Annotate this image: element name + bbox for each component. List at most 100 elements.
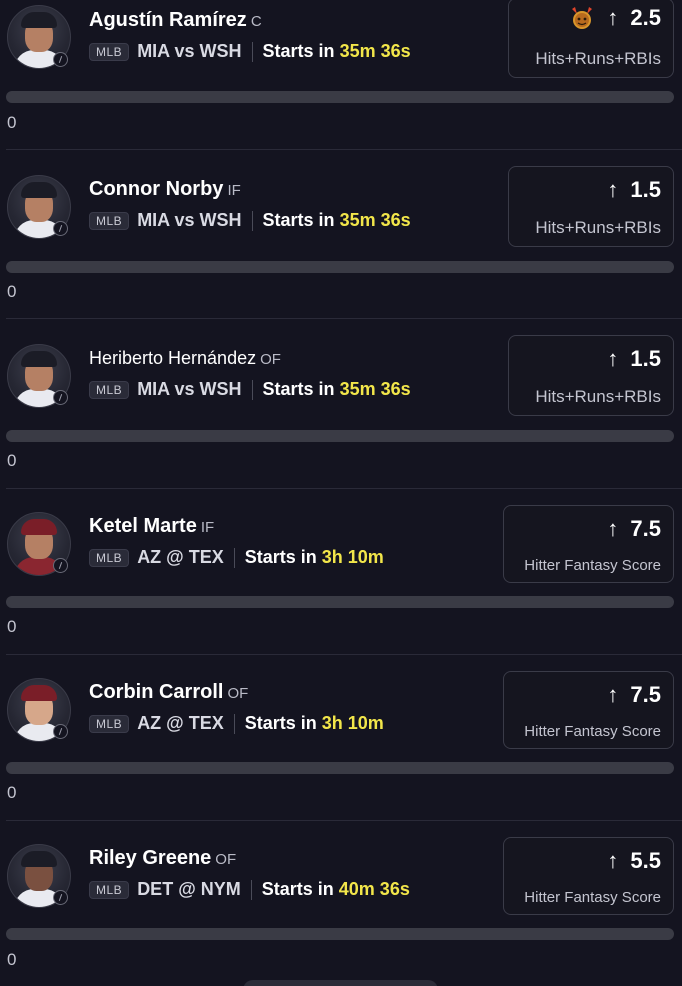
player-name-text: Ketel Marte — [89, 515, 197, 537]
matchup: MIA vs WSH — [137, 379, 242, 399]
team-badge-icon — [53, 221, 68, 236]
line-value: 2.5 — [630, 5, 661, 30]
stat-type: Hitter Fantasy Score — [524, 557, 661, 574]
progress-bar — [6, 261, 674, 273]
line-value-row: ↑ 5.5 — [607, 848, 661, 874]
matchup: DET @ NYM — [137, 879, 241, 899]
projection-button[interactable]: ↑ 1.5 Hits+Runs+RBIs — [508, 166, 674, 247]
starts-label: Starts in — [261, 879, 334, 899]
player-name[interactable]: Riley Greene OF — [89, 847, 236, 870]
starts-countdown: 3h 10m — [321, 547, 384, 567]
starts-countdown: 40m 36s — [338, 879, 410, 899]
game-info: MLB AZ @ TEX Starts in 3h 10m — [89, 547, 384, 568]
line-value: 5.5 — [630, 848, 661, 873]
list-item[interactable]: Riley Greene OF MLB DET @ NYM Starts in 4… — [0, 821, 682, 986]
stat-type: Hits+Runs+RBIs — [535, 49, 661, 68]
projection-button[interactable]: ↑ 7.5 Hitter Fantasy Score — [503, 505, 674, 583]
game-info: MLB DET @ NYM Starts in 40m 36s — [89, 879, 410, 900]
line-value: 7.5 — [630, 682, 661, 707]
matchup: MIA vs WSH — [137, 41, 242, 61]
projection-button[interactable]: ↑ 7.5 Hitter Fantasy Score — [503, 671, 674, 749]
line-value-row: ↑ 7.5 — [607, 682, 661, 708]
stat-type: Hitter Fantasy Score — [524, 889, 661, 906]
player-position: OF — [215, 851, 237, 868]
line-value: 1.5 — [630, 177, 661, 202]
player-position: OF — [227, 685, 249, 702]
team-badge-icon — [53, 558, 68, 573]
stat-type: Hits+Runs+RBIs — [535, 218, 661, 237]
player-name-text: Riley Greene — [89, 847, 212, 869]
arrow-up-icon: ↑ — [607, 516, 619, 541]
player-name-text: Connor Norby — [89, 178, 224, 200]
stat-count: 0 — [7, 783, 17, 802]
progress-bar — [6, 430, 674, 442]
player-position: OF — [260, 351, 281, 368]
arrow-up-icon: ↑ — [607, 848, 619, 873]
starts-countdown: 35m 36s — [339, 379, 411, 399]
player-position: C — [250, 13, 262, 30]
starts-label: Starts in — [262, 379, 335, 399]
arrow-up-icon: ↑ — [607, 682, 619, 707]
projection-button[interactable]: ↑ 2.5 Hits+Runs+RBIs — [508, 0, 674, 78]
list-item[interactable]: Connor Norby IF MLB MIA vs WSH Starts in … — [0, 150, 682, 319]
player-name[interactable]: Heriberto Hernández OF — [89, 348, 281, 369]
team-badge-icon — [53, 890, 68, 905]
stat-count: 0 — [7, 950, 17, 969]
line-value-row: ↑ 2.5 — [569, 5, 661, 31]
bottom-sheet-handle[interactable] — [243, 980, 438, 986]
stat-count: 0 — [7, 282, 17, 301]
player-name[interactable]: Agustín Ramírez C — [89, 9, 262, 32]
league-badge: MLB — [89, 548, 130, 567]
stat-count: 0 — [7, 451, 17, 470]
line-value-row: ↑ 1.5 — [607, 177, 661, 203]
list-item[interactable]: Corbin Carroll OF MLB AZ @ TEX Starts in … — [0, 655, 682, 821]
player-name[interactable]: Corbin Carroll OF — [89, 681, 248, 704]
game-info: MLB AZ @ TEX Starts in 3h 10m — [89, 713, 384, 734]
player-position: IF — [200, 519, 215, 536]
league-badge: MLB — [89, 714, 130, 733]
player-name[interactable]: Ketel Marte IF — [89, 515, 214, 538]
divider — [251, 379, 253, 400]
starts-label: Starts in — [262, 210, 335, 230]
line-value: 7.5 — [630, 516, 661, 541]
starts-label: Starts in — [244, 547, 317, 567]
starts-label: Starts in — [244, 713, 317, 733]
starts-countdown: 35m 36s — [339, 210, 411, 230]
list-item[interactable]: Agustín Ramírez C MLB MIA vs WSH Starts i… — [0, 0, 682, 150]
player-position: IF — [227, 182, 241, 199]
team-badge-icon — [53, 52, 68, 67]
stat-count: 0 — [7, 113, 17, 132]
team-badge-icon — [53, 724, 68, 739]
game-info: MLB MIA vs WSH Starts in 35m 36s — [89, 379, 411, 400]
demon-icon — [572, 7, 593, 29]
starts-countdown: 35m 36s — [339, 41, 411, 61]
league-badge: MLB — [89, 42, 130, 61]
divider — [250, 879, 252, 900]
league-badge: MLB — [89, 380, 130, 399]
list-item[interactable]: Heriberto Hernández OF MLB MIA vs WSH Sta… — [0, 319, 682, 489]
progress-bar — [6, 596, 674, 608]
matchup: MIA vs WSH — [137, 210, 242, 230]
line-value-row: ↑ 7.5 — [607, 516, 661, 542]
player-name[interactable]: Connor Norby IF — [89, 178, 241, 201]
divider — [233, 713, 235, 734]
list-item[interactable]: Ketel Marte IF MLB AZ @ TEX Starts in 3h … — [0, 489, 682, 655]
divider — [251, 210, 253, 231]
stat-type: Hits+Runs+RBIs — [535, 387, 661, 406]
stat-type: Hitter Fantasy Score — [524, 723, 661, 740]
progress-bar — [6, 762, 674, 774]
starts-countdown: 3h 10m — [321, 713, 384, 733]
league-badge: MLB — [89, 211, 130, 230]
arrow-up-icon: ↑ — [607, 177, 619, 202]
divider — [233, 547, 235, 568]
line-value: 1.5 — [630, 346, 661, 371]
league-badge: MLB — [89, 880, 130, 899]
game-info: MLB MIA vs WSH Starts in 35m 36s — [89, 41, 411, 62]
projection-button[interactable]: ↑ 5.5 Hitter Fantasy Score — [503, 837, 674, 915]
player-name-text: Corbin Carroll — [89, 681, 224, 703]
starts-label: Starts in — [262, 41, 335, 61]
matchup: AZ @ TEX — [137, 713, 224, 733]
matchup: AZ @ TEX — [137, 547, 224, 567]
progress-bar — [6, 91, 674, 103]
projection-button[interactable]: ↑ 1.5 Hits+Runs+RBIs — [508, 335, 674, 416]
